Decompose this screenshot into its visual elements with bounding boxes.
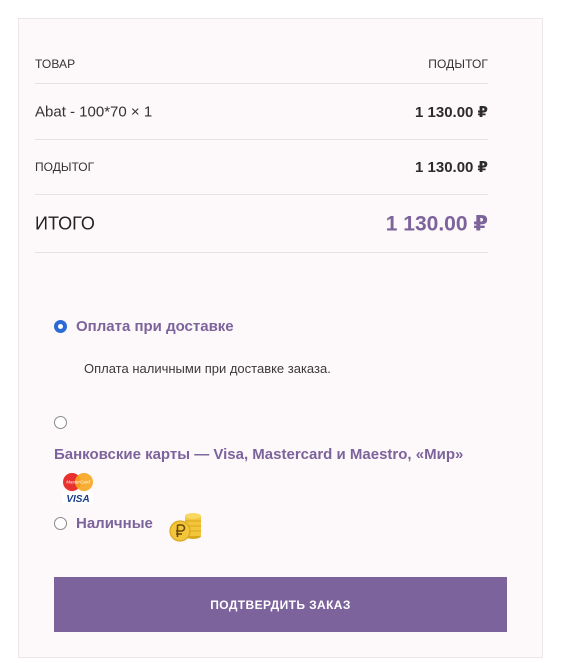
payment-cod-description: Оплата наличными при доставке заказа. <box>84 361 331 376</box>
payment-cod-label[interactable]: Оплата при доставке <box>76 318 234 335</box>
payment-cards-label[interactable]: Банковские карты — Visa, Mastercard и Ma… <box>54 446 463 463</box>
order-item-row: Abat - 100*70 × 1 1 130.00 ₽ <box>35 84 488 140</box>
product-column-header: ТОВАР <box>35 56 76 71</box>
ruble-coins-icon <box>169 513 201 542</box>
subtotal-value: 1 130.00 ₽ <box>415 159 488 176</box>
total-row: ИТОГО 1 130.00 ₽ <box>35 195 488 253</box>
total-value: 1 130.00 ₽ <box>385 212 488 235</box>
total-label: ИТОГО <box>35 213 95 233</box>
subtotal-column-header: ПОДЫТОГ <box>428 56 488 71</box>
order-item-price: 1 130.00 ₽ <box>415 103 488 121</box>
mastercard-wordmark: MasterCard <box>66 480 90 485</box>
payment-cards-radio[interactable] <box>54 416 67 429</box>
subtotal-label: ПОДЫТОГ <box>35 160 95 174</box>
mastercard-visa-icon: MasterCard VISA <box>63 473 93 505</box>
order-item-name: Abat - 100*70 × 1 <box>35 103 153 120</box>
confirm-order-button[interactable]: ПОДТВЕРДИТЬ ЗАКАЗ <box>54 577 507 632</box>
payment-cash-radio[interactable] <box>54 517 67 530</box>
visa-wordmark: VISA <box>66 494 89 505</box>
subtotal-row: ПОДЫТОГ 1 130.00 ₽ <box>35 140 488 195</box>
order-table-header: ТОВАР ПОДЫТОГ <box>35 44 488 84</box>
payment-cod-radio[interactable] <box>54 320 67 333</box>
payment-cash-label[interactable]: Наличные <box>76 515 153 532</box>
